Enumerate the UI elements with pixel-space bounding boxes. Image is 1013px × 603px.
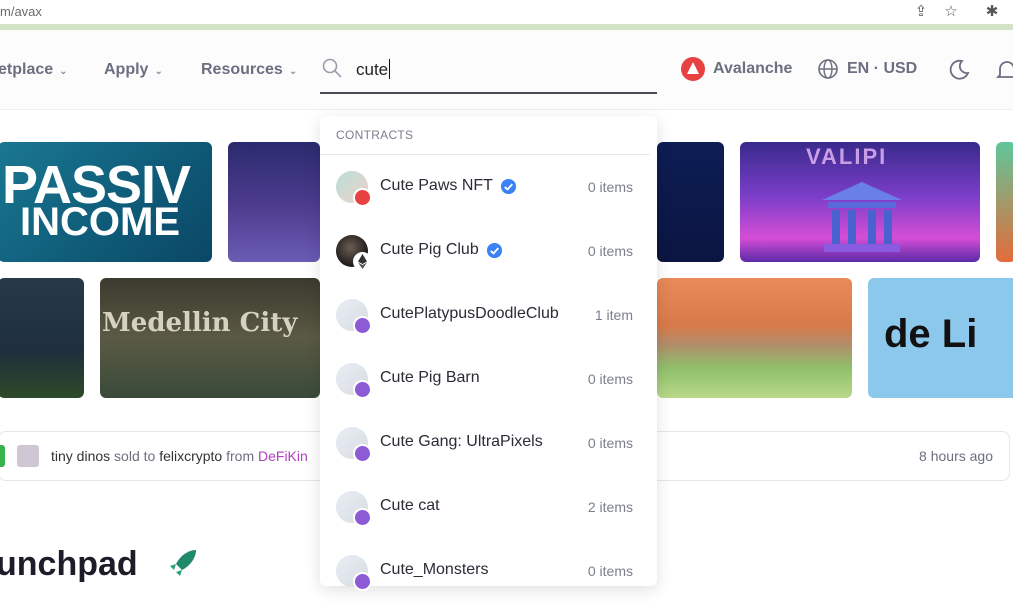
- banner-edge-1[interactable]: [996, 142, 1013, 262]
- result-name-wrap: Cute Paws NFT: [380, 177, 517, 195]
- result-count: 0 items: [587, 179, 633, 195]
- banner-lion[interactable]: de Li: [868, 278, 1013, 398]
- activity-item[interactable]: tiny dinos: [51, 448, 110, 464]
- result-name: Cute Pig Barn: [380, 369, 480, 386]
- lang-label: EN · USD: [847, 60, 918, 77]
- search-results-dropdown: CONTRACTS Cute Paws NFT 0 items Cute Pig…: [320, 116, 657, 591]
- dropdown-section-header: CONTRACTS: [336, 128, 414, 142]
- link-badge-icon: [353, 444, 372, 463]
- activity-from: from: [226, 448, 255, 464]
- globe-icon: [818, 59, 838, 79]
- status-indicator: [0, 445, 5, 467]
- chevron-down-icon: ⌄: [288, 65, 298, 77]
- result-name-wrap: CutePlatypusDoodleClub: [380, 305, 559, 323]
- link-badge-icon: [353, 572, 372, 591]
- browser-chrome: m/avax ⇪ ☆ ✱: [0, 0, 1013, 30]
- result-name: Cute cat: [380, 497, 440, 514]
- text-caret: [389, 59, 390, 79]
- result-name-wrap: Cute Pig Barn: [380, 369, 480, 387]
- result-count: 0 items: [587, 371, 633, 387]
- nav-resources[interactable]: Resources ⌄: [201, 61, 297, 79]
- search-result-item[interactable]: Cute Pig Barn 0 items: [320, 347, 657, 411]
- banner-pixel-mountain[interactable]: [657, 278, 852, 398]
- launchpad-title: unchpad: [0, 545, 138, 583]
- rocket-icon: [170, 550, 196, 576]
- bookmark-star-icon[interactable]: ☆: [941, 3, 961, 21]
- language-currency-selector[interactable]: EN · USD: [817, 58, 917, 80]
- result-name: Cute Paws NFT: [380, 177, 493, 194]
- result-count: 0 items: [587, 435, 633, 451]
- activity-sold-to: sold to: [114, 448, 156, 464]
- verified-icon: [486, 242, 502, 258]
- ethereum-badge-icon: [353, 252, 372, 271]
- nav-marketplace[interactable]: etplace ⌄: [0, 61, 68, 79]
- verified-icon: [500, 178, 516, 194]
- collection-avatar: [336, 171, 372, 207]
- address-url[interactable]: m/avax: [0, 4, 42, 19]
- result-name: Cute Pig Club: [380, 241, 479, 258]
- result-count: 2 items: [587, 499, 633, 515]
- link-badge-icon: [353, 508, 372, 527]
- result-name: Cute Gang: UltraPixels: [380, 433, 543, 450]
- result-count: 0 items: [587, 243, 633, 259]
- extensions-icon[interactable]: ✱: [982, 3, 1002, 21]
- chevron-down-icon: ⌄: [59, 65, 68, 77]
- nav-apply[interactable]: Apply ⌄: [104, 61, 163, 79]
- chain-label: Avalanche: [713, 60, 793, 77]
- result-name-wrap: Cute Gang: UltraPixels: [380, 433, 543, 451]
- banner-valipi-logo: VALIPI: [806, 144, 888, 169]
- search-box[interactable]: [320, 52, 657, 94]
- nav-apply-label: Apply: [104, 61, 149, 78]
- nft-thumbnail: [17, 445, 39, 467]
- activity-time: 8 hours ago: [919, 448, 993, 464]
- search-result-item[interactable]: Cute Paws NFT 0 items: [320, 155, 657, 219]
- nav-marketplace-label: etplace: [0, 61, 54, 78]
- banner-valipi[interactable]: VALIPI: [740, 142, 980, 262]
- result-name: Cute_Monsters: [380, 561, 489, 578]
- top-navigation: etplace ⌄ Apply ⌄ Resources ⌄ Avalanche …: [0, 30, 1013, 110]
- banner-night-cat[interactable]: [228, 142, 320, 262]
- collection-avatar: [336, 427, 372, 463]
- banner-medellin-title: Medellin City: [102, 308, 298, 338]
- activity-buyer[interactable]: felixcrypto: [159, 448, 222, 464]
- search-result-item[interactable]: Cute Gang: UltraPixels 0 items: [320, 411, 657, 475]
- banner-passive-income[interactable]: PASSIV INCOME: [0, 142, 212, 262]
- banner-pixel-game[interactable]: [0, 278, 84, 398]
- banner-dark-blue[interactable]: [657, 142, 724, 262]
- collection-avatar: [336, 363, 372, 399]
- link-badge-icon: [353, 316, 372, 335]
- result-count: 1 item: [594, 307, 633, 323]
- moon-icon[interactable]: [947, 58, 971, 82]
- activity-source[interactable]: DeFiKin: [258, 448, 308, 464]
- bell-icon[interactable]: [996, 58, 1013, 82]
- search-result-item[interactable]: Cute_Monsters 0 items: [320, 539, 657, 603]
- avalanche-badge-icon: [353, 188, 372, 207]
- result-name-wrap: Cute Pig Club: [380, 241, 503, 259]
- nav-resources-label: Resources: [201, 61, 283, 78]
- search-icon: [322, 58, 342, 78]
- collection-avatar: [336, 299, 372, 335]
- search-result-item[interactable]: Cute Pig Club 0 items: [320, 219, 657, 283]
- search-result-item[interactable]: Cute cat 2 items: [320, 475, 657, 539]
- temple-image: [822, 182, 902, 252]
- result-name-wrap: Cute cat: [380, 497, 440, 515]
- avalanche-logo-icon: [681, 57, 705, 81]
- chevron-down-icon: ⌄: [154, 65, 163, 77]
- share-icon[interactable]: ⇪: [911, 3, 931, 21]
- collection-avatar: [336, 235, 372, 271]
- collection-avatar: [336, 491, 372, 527]
- address-bar[interactable]: m/avax ⇪ ☆ ✱: [0, 0, 1013, 24]
- banner-medellin-city[interactable]: Medellin City: [100, 278, 320, 398]
- collection-avatar: [336, 555, 372, 591]
- link-badge-icon: [353, 380, 372, 399]
- result-count: 0 items: [587, 563, 633, 579]
- search-result-item[interactable]: CutePlatypusDoodleClub 1 item: [320, 283, 657, 347]
- result-name-wrap: Cute_Monsters: [380, 561, 489, 579]
- banner-passive-line2: INCOME: [20, 200, 180, 244]
- banner-lion-text: de Li: [884, 312, 978, 356]
- activity-text: tiny dinos sold to felixcrypto from DeFi…: [51, 448, 308, 464]
- chain-selector[interactable]: Avalanche: [681, 57, 792, 81]
- search-input[interactable]: [356, 58, 636, 82]
- result-name: CutePlatypusDoodleClub: [380, 305, 559, 322]
